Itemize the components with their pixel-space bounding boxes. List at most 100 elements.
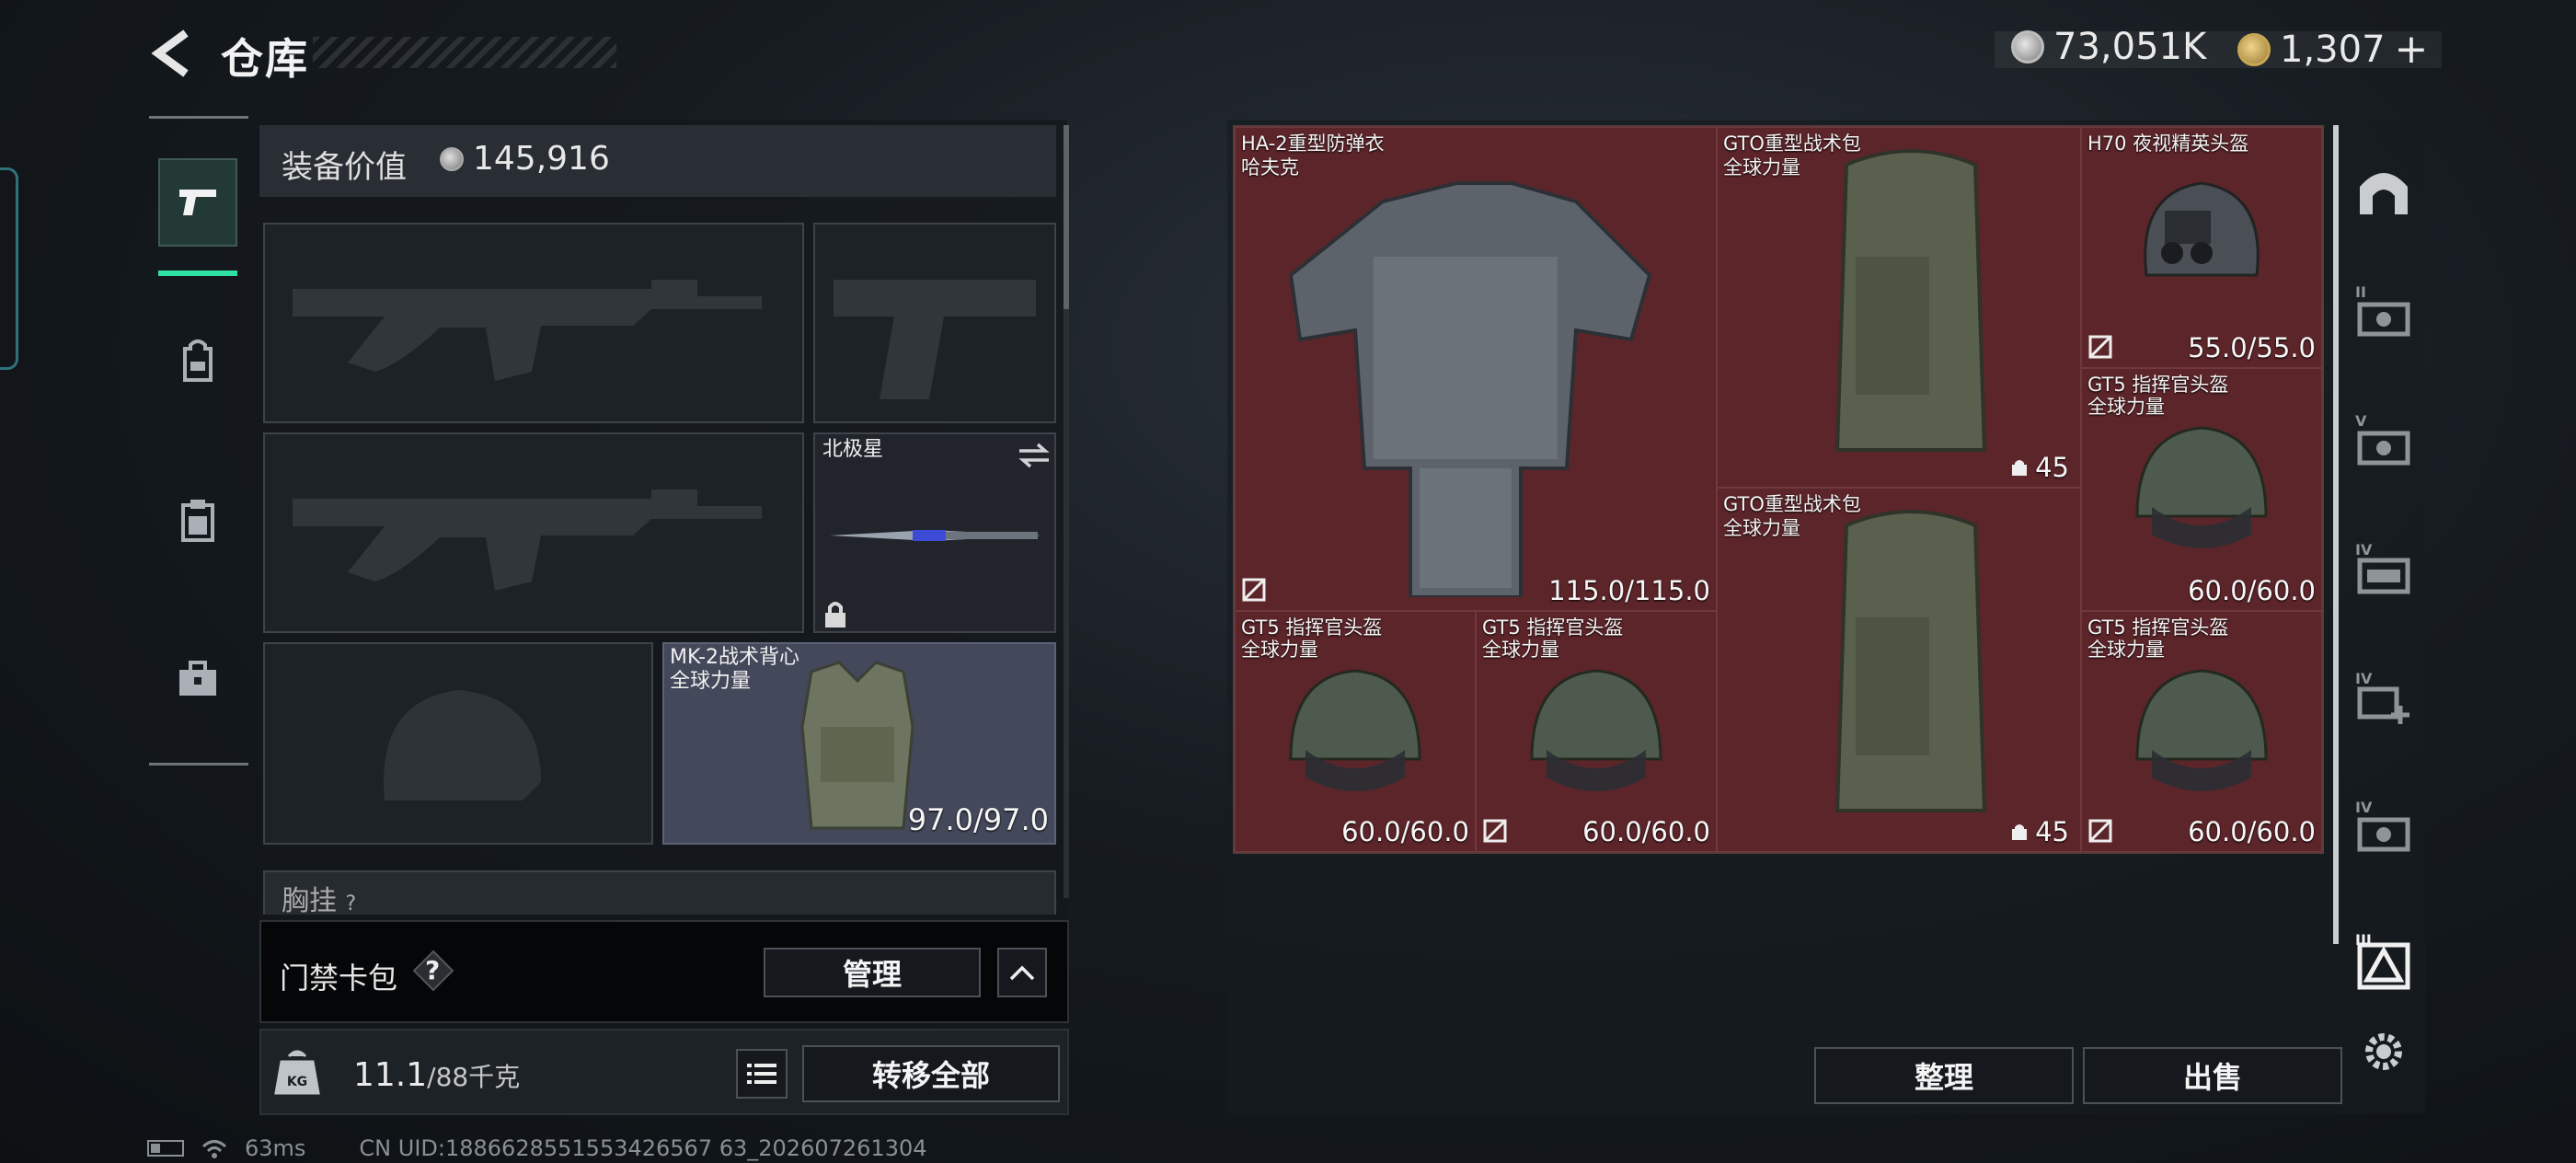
status-bar: 63ms CN UID:1886628551553426567 63_20260… <box>147 1135 927 1161</box>
item-durability: 60.0/60.0 <box>1341 816 1469 847</box>
equipment-scrollbar[interactable] <box>1064 125 1069 309</box>
chest-rig-label: 胸挂 ? <box>282 885 357 917</box>
stash-page-iv-b-icon[interactable]: IV <box>2352 797 2416 861</box>
page-title: 仓库 <box>221 34 309 84</box>
swap-icon[interactable] <box>1016 442 1052 469</box>
equipment-value-amount: 145,916 <box>473 140 610 178</box>
secondary-rifle-slot[interactable] <box>263 432 804 633</box>
armor-slot[interactable]: MK-2战术背心 全球力量 97.0/97.0 <box>662 642 1056 845</box>
rail-item-gear[interactable] <box>158 317 237 405</box>
help-button[interactable]: ? <box>412 950 454 992</box>
equipment-value-label: 装备价值 <box>282 149 407 186</box>
stash-page-ii-icon[interactable]: II <box>2352 282 2416 346</box>
silver-coin-icon <box>440 146 464 171</box>
stash-page-v-icon[interactable]: V <box>2352 410 2416 475</box>
item-durability: 55.0/55.0 <box>2188 332 2316 363</box>
sort-button[interactable]: 整理 <box>1814 1047 2074 1104</box>
stash-page-label: III <box>2355 931 2372 949</box>
rifle-silhouette-icon <box>293 280 762 381</box>
combat-helmet-icon <box>1530 669 1662 791</box>
item-durability: 115.0/115.0 <box>1548 575 1710 606</box>
body-armor-icon <box>1288 181 1652 597</box>
settings-gear-icon <box>2365 1033 2402 1070</box>
vest-owner: 全球力量 <box>670 670 752 693</box>
backpack-item-icon <box>1834 510 1987 812</box>
backpack-capacity-icon <box>2012 460 2028 476</box>
backpack-icon <box>183 340 213 382</box>
sell-button[interactable]: 出售 <box>2083 1047 2342 1104</box>
rail-item-keys[interactable] <box>158 635 237 723</box>
vest-name: MK-2战术背心 <box>670 646 800 669</box>
keycard-label: 门禁卡包 <box>280 961 398 996</box>
help-glyph: ? <box>425 955 441 985</box>
stash-page-label: V <box>2355 412 2367 430</box>
gold-coin-icon <box>2237 32 2271 66</box>
stash-item-gt5-helmet[interactable]: GT5 指挥官头盔 全球力量 60.0/60.0 <box>2081 611 2322 852</box>
pistol-icon <box>179 190 216 215</box>
stash-scrollbar[interactable] <box>2333 125 2339 944</box>
side-drawer-handle[interactable] <box>0 167 18 370</box>
no-repair-icon <box>1483 819 1507 843</box>
settings-button[interactable] <box>2352 1019 2416 1084</box>
melee-slot[interactable]: 北极星 <box>813 432 1056 633</box>
manage-button[interactable]: 管理 <box>764 948 981 997</box>
stash-item-gt5-helmet[interactable]: GT5 指挥官头盔 全球力量 60.0/60.0 <box>1235 611 1476 852</box>
weight-max: /88千克 <box>427 1062 521 1092</box>
stash-item-backpack[interactable]: GTO重型战术包 全球力量 45 <box>1717 127 2081 488</box>
equipment-value: 145,916 <box>440 140 610 178</box>
stash-item-backpack[interactable]: GTO重型战术包 全球力量 45 <box>1717 488 2081 852</box>
helmet-slot[interactable] <box>263 642 653 845</box>
primary-weapon-slot[interactable] <box>263 223 804 423</box>
transfer-all-button[interactable]: 转移全部 <box>802 1045 1060 1102</box>
no-repair-icon <box>2088 819 2112 843</box>
back-button[interactable] <box>147 26 202 81</box>
item-durability: 60.0/60.0 <box>2188 575 2316 606</box>
wifi-icon <box>201 1140 227 1158</box>
stash-page-iv-add-icon[interactable]: IV <box>2352 668 2416 732</box>
item-name: GT5 指挥官头盔 <box>2087 374 2229 396</box>
list-view-button[interactable] <box>736 1049 788 1099</box>
item-name: GT5 指挥官头盔 <box>2087 616 2229 639</box>
stash-page-label: IV <box>2355 799 2373 816</box>
back-arrow-icon <box>151 29 189 77</box>
stash-page-iii-active-icon[interactable]: III <box>2352 931 2416 996</box>
currency-gold[interactable]: 1,307 + <box>2237 26 2428 73</box>
currency-gold-amount: 1,307 <box>2280 28 2386 71</box>
item-name: GT5 指挥官头盔 <box>1241 616 1383 639</box>
stash-item-armor[interactable]: HA-2重型防弹衣 哈夫克 115.0/115.0 <box>1235 127 1717 611</box>
battery-icon <box>147 1140 184 1157</box>
item-durability: 60.0/60.0 <box>1582 816 1710 847</box>
clipboard-icon <box>181 500 214 542</box>
title-decoration <box>313 37 616 68</box>
stash-page-label: II <box>2355 283 2366 301</box>
stash-item-gt5-helmet[interactable]: GT5 指挥官头盔 全球力量 60.0/60.0 <box>1476 611 1717 852</box>
item-sub: 全球力量 <box>1723 517 1800 539</box>
rail-item-consumables[interactable] <box>158 477 237 565</box>
arch-icon <box>2360 173 2408 214</box>
collapse-button[interactable] <box>997 948 1047 997</box>
combat-helmet-icon <box>1289 669 1421 791</box>
stash-item-gt5-helmet[interactable]: GT5 指挥官头盔 全球力量 60.0/60.0 <box>2081 368 2322 611</box>
knife-icon <box>830 530 1041 541</box>
no-repair-icon <box>1242 578 1266 602</box>
helmet-silhouette-icon <box>384 690 541 800</box>
ping-value: 63ms <box>245 1135 306 1161</box>
combat-helmet-icon <box>2135 669 2268 791</box>
stash-page-label: IV <box>2355 541 2373 558</box>
secondary-weapon-slot[interactable] <box>813 223 1056 423</box>
svg-text:KG: KG <box>287 1075 307 1089</box>
item-capacity-value: 45 <box>2035 452 2069 483</box>
rail-item-weapons[interactable] <box>158 158 237 247</box>
currency-silver-amount: 73,051K <box>2053 26 2207 68</box>
no-repair-icon <box>2088 335 2112 359</box>
item-durability: 60.0/60.0 <box>2188 816 2316 847</box>
chest-rig-slot[interactable] <box>263 870 1056 915</box>
kg-weight-icon: KG <box>274 1050 320 1095</box>
exit-arch-icon[interactable] <box>2352 158 2416 223</box>
currency-add-button[interactable]: + <box>2395 26 2429 73</box>
stash-page-iv-icon[interactable]: IV <box>2352 539 2416 604</box>
tactical-vest-icon <box>800 661 914 830</box>
stash-item-h70-helmet[interactable]: H70 夜视精英头盔 55.0/55.0 <box>2081 127 2322 368</box>
vest-durability: 97.0/97.0 <box>907 802 1049 837</box>
briefcase-icon <box>179 661 216 696</box>
